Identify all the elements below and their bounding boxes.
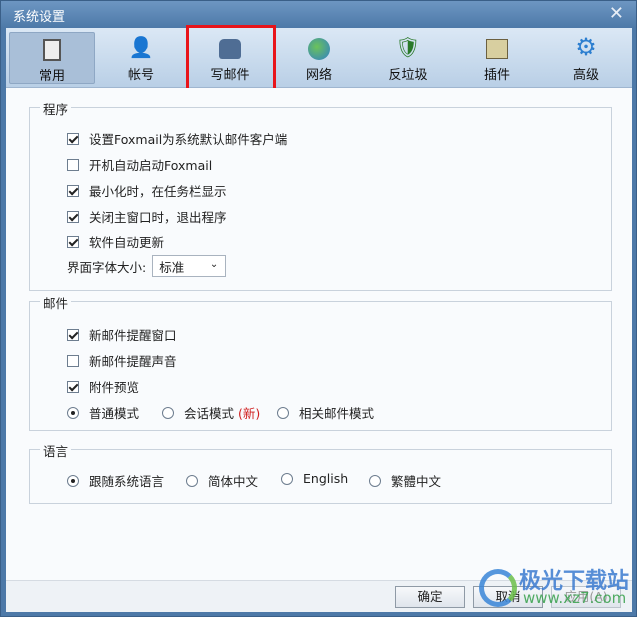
tab-label: 写邮件 (210, 68, 250, 83)
tab-general[interactable]: 常用 (9, 32, 95, 84)
font-size-row: 界面字体大小: 标准 ⌄ (67, 255, 227, 277)
button-bar: 确定 取消 应用(A) (6, 580, 632, 612)
option-default-client[interactable]: 设置Foxmail为系统默认邮件客户端 (67, 129, 287, 148)
tab-label: 网络 (305, 68, 332, 83)
cancel-button[interactable]: 取消 (473, 586, 543, 608)
radio[interactable] (67, 406, 79, 419)
option-label: 普通模式 (89, 406, 140, 421)
tab-label: 帐号 (127, 68, 154, 83)
checkbox[interactable] (67, 354, 79, 367)
settings-window: 系统设置 ✕ 常用 👤 帐号 写邮件 网络 🛡 反垃圾 插件 ⚙ 高级 程序 设置Fo… (0, 0, 637, 617)
lang-traditional-chinese[interactable]: 繁體中文 (369, 471, 441, 490)
switch-icon (10, 35, 94, 61)
radio[interactable] (67, 474, 79, 487)
option-label: English (303, 471, 349, 486)
tab-compose[interactable]: 写邮件 (187, 32, 273, 84)
globe-icon (276, 34, 362, 60)
checkbox[interactable] (67, 380, 79, 393)
option-label: 最小化时，在任务栏显示 (89, 184, 227, 199)
mode-conversation[interactable]: 会话模式 (新) (162, 403, 260, 422)
option-close-exit[interactable]: 关闭主窗口时，退出程序 (67, 207, 227, 226)
group-title: 语言 (40, 441, 72, 460)
tab-advanced[interactable]: ⚙ 高级 (543, 32, 629, 84)
option-label: 会话模式 (184, 406, 235, 421)
option-label: 软件自动更新 (89, 235, 165, 250)
option-new-mail-sound[interactable]: 新邮件提醒声音 (67, 351, 177, 370)
tab-network[interactable]: 网络 (276, 32, 362, 84)
radio[interactable] (186, 474, 198, 487)
new-badge: (新) (238, 406, 261, 421)
gear-icon: ⚙ (575, 33, 597, 61)
option-label: 关闭主窗口时，退出程序 (89, 210, 227, 225)
radio[interactable] (281, 472, 293, 485)
option-label: 新邮件提醒声音 (89, 354, 177, 369)
option-label: 简体中文 (208, 474, 259, 489)
checkbox[interactable] (67, 132, 79, 145)
font-size-select[interactable]: 标准 ⌄ (152, 255, 227, 277)
checkbox[interactable] (67, 235, 79, 248)
lang-simplified-chinese[interactable]: 简体中文 (186, 471, 258, 490)
toolbar: 常用 👤 帐号 写邮件 网络 🛡 反垃圾 插件 ⚙ 高级 (6, 28, 632, 88)
chevron-down-icon: ⌄ (209, 259, 219, 270)
checkbox[interactable] (67, 210, 79, 223)
option-label: 繁體中文 (391, 474, 442, 489)
ink-bottle-icon (187, 34, 273, 60)
title-bar: 系统设置 ✕ (1, 1, 636, 28)
ok-button[interactable]: 确定 (395, 586, 465, 608)
option-label: 设置Foxmail为系统默认邮件客户端 (89, 132, 288, 147)
tab-label: 反垃圾 (388, 68, 428, 83)
general-settings-panel: 程序 设置Foxmail为系统默认邮件客户端 开机自动启动Foxmail 最小化… (6, 88, 632, 580)
close-icon[interactable]: ✕ (609, 3, 624, 24)
checkbox[interactable] (67, 158, 79, 171)
tab-account[interactable]: 👤 帐号 (98, 32, 184, 84)
mode-related[interactable]: 相关邮件模式 (277, 403, 374, 422)
group-title: 程序 (40, 99, 72, 118)
option-label: 附件预览 (89, 380, 140, 395)
shield-icon: 🛡 (395, 35, 421, 59)
group-title: 邮件 (40, 293, 72, 312)
option-label: 开机自动启动Foxmail (89, 158, 213, 173)
radio[interactable] (369, 474, 381, 487)
tab-label: 常用 (38, 69, 65, 84)
box-icon (454, 34, 540, 60)
option-label: 跟随系统语言 (89, 474, 165, 489)
mode-normal[interactable]: 普通模式 (67, 403, 139, 422)
font-size-value: 标准 (159, 259, 185, 275)
tab-plugins[interactable]: 插件 (454, 32, 540, 84)
font-size-label: 界面字体大小: (67, 259, 147, 275)
tab-label: 插件 (483, 68, 510, 83)
lang-follow-system[interactable]: 跟随系统语言 (67, 471, 164, 490)
user-icon: 👤 (128, 35, 154, 59)
option-autostart[interactable]: 开机自动启动Foxmail (67, 155, 212, 174)
option-label: 相关邮件模式 (299, 406, 375, 421)
radio[interactable] (162, 406, 174, 419)
checkbox[interactable] (67, 184, 79, 197)
lang-english[interactable]: English (281, 471, 348, 486)
tab-label: 高级 (572, 68, 599, 83)
tab-antispam[interactable]: 🛡 反垃圾 (365, 32, 451, 84)
option-label: 新邮件提醒窗口 (89, 328, 177, 343)
checkbox[interactable] (67, 328, 79, 341)
radio[interactable] (277, 406, 289, 419)
option-new-mail-window[interactable]: 新邮件提醒窗口 (67, 325, 177, 344)
option-minimize-taskbar[interactable]: 最小化时，在任务栏显示 (67, 181, 227, 200)
apply-button[interactable]: 应用(A) (551, 586, 621, 608)
window-title: 系统设置 (13, 10, 66, 25)
option-auto-update[interactable]: 软件自动更新 (67, 232, 164, 251)
option-attachment-preview[interactable]: 附件预览 (67, 377, 139, 396)
